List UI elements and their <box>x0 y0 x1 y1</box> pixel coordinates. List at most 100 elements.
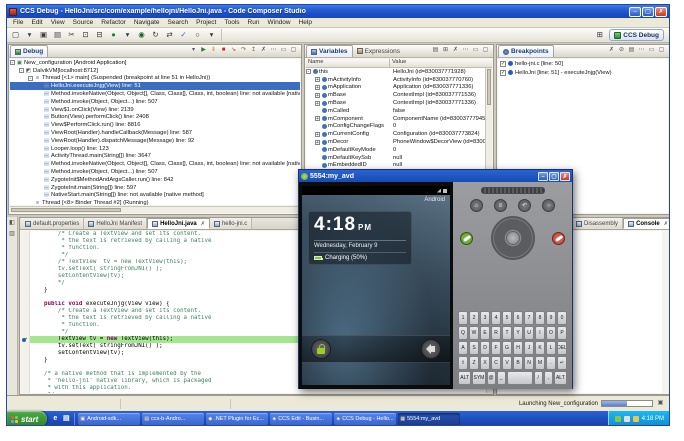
group-by-icon[interactable]: ▤ <box>627 46 636 55</box>
emulator-key[interactable]: @ <box>486 371 496 385</box>
debug-tree-row[interactable]: ▤ View$PerformClick.run() line: 8816 <box>10 121 300 129</box>
editor-tab[interactable]: hello-jni.c <box>209 218 253 229</box>
menu-item[interactable]: Source <box>69 19 98 26</box>
emulator-key[interactable]: D <box>480 341 490 355</box>
emulator-key[interactable]: Q <box>458 326 468 340</box>
emulator-key[interactable]: / <box>533 371 543 385</box>
editor-gutter[interactable] <box>21 287 30 294</box>
maximize-view-icon[interactable]: ▢ <box>657 46 666 55</box>
variable-row[interactable]: + mDecor PhoneWindow$DecorView (id=83003… <box>306 138 485 146</box>
tray-icon-1[interactable] <box>614 416 621 422</box>
debug-tree-row[interactable]: ▤ Looper.loop() line: 123 <box>10 145 300 153</box>
show-type-names-icon[interactable]: ▤ <box>431 46 440 55</box>
save-all-icon[interactable]: ▤ <box>51 29 64 41</box>
expand-all-icon[interactable]: ⊞ <box>441 46 450 55</box>
variable-row[interactable]: + mComponent ComponentName (id=830037779… <box>306 115 485 123</box>
emulator-key[interactable]: 1 <box>458 311 468 325</box>
emulator-close-button[interactable]: ✗ <box>560 171 570 181</box>
view-menu-icon[interactable]: ⋯ <box>461 46 470 55</box>
emulator-key[interactable]: 2 <box>469 311 479 325</box>
variable-expander-icon[interactable]: + <box>315 92 320 98</box>
variable-row[interactable]: + mBase ContextImpl (id=830037771536) <box>306 91 485 99</box>
variable-row[interactable]: + mActivityInfo ActivityInfo (id=8300377… <box>306 76 485 84</box>
skip-all-breakpoints-icon[interactable]: ⊘ <box>617 46 626 55</box>
new-icon[interactable]: ▢ <box>9 29 22 41</box>
debug-tree-row[interactable]: - ▣ New_configuration [Android Applicati… <box>10 59 300 67</box>
emulator-key[interactable] <box>506 371 533 385</box>
remove-breakpoint-icon[interactable]: ✗ <box>607 46 616 55</box>
emulator-key[interactable]: ⇧ <box>458 356 468 370</box>
menu-item[interactable]: Help <box>295 19 316 26</box>
maximize-button[interactable]: ▢ <box>642 6 654 17</box>
breakpoint-item[interactable]: ✓ HelloJni [line: 51] - executeJnjg(View… <box>498 68 668 77</box>
taskbar-item[interactable]: ▣ Android-sdk... <box>78 413 141 425</box>
emulator-key[interactable]: P <box>557 326 567 340</box>
debug-tree-row[interactable]: ▤ Method.invoke(Object, Object...) line:… <box>10 98 300 106</box>
view-menu-icon[interactable]: ▾ <box>189 46 198 55</box>
emulator-key[interactable]: K <box>535 341 545 355</box>
run-icon[interactable]: ◉ <box>135 29 148 41</box>
editor-gutter[interactable] <box>21 350 30 357</box>
variable-row[interactable]: mCalled false <box>306 107 485 115</box>
emulator-key[interactable]: ALT <box>553 371 567 385</box>
debug-dropdown-icon[interactable]: ▾ <box>121 29 134 41</box>
debug-tree-row[interactable]: ▤ NativeStart.main(String[]) line: not a… <box>10 192 300 200</box>
menu-item[interactable]: Window <box>263 19 294 26</box>
tab-breakpoints[interactable]: Breakpoints <box>498 45 554 57</box>
copy-icon[interactable]: ⊡ <box>79 29 92 41</box>
dpad[interactable] <box>490 216 535 260</box>
step-return-icon[interactable]: ↥ <box>249 46 258 55</box>
debug-tree-row[interactable]: ▤ Method.invokeNative(Object, Object[], … <box>10 160 300 168</box>
debug-tree-row[interactable]: ▤ Method.invoke(Object, Object...) line:… <box>10 168 300 176</box>
editor-gutter[interactable] <box>21 308 30 315</box>
tray-icon-3[interactable] <box>632 416 639 422</box>
variable-expander-icon[interactable]: + <box>315 84 320 90</box>
toolbar-overflow-icon[interactable]: ▾ <box>205 29 218 41</box>
editor-gutter[interactable] <box>21 385 30 392</box>
cut-icon[interactable]: ✂ <box>65 29 78 41</box>
close-button[interactable]: ✗ <box>655 6 667 17</box>
editor-gutter[interactable] <box>21 259 30 266</box>
editor-gutter[interactable] <box>21 364 30 371</box>
emulator-key[interactable]: V <box>502 356 512 370</box>
menu-item[interactable]: File <box>9 19 27 26</box>
emulator-title-bar[interactable]: 5554:my_avd – ▢ ✗ <box>299 170 572 182</box>
variable-row[interactable]: + mCurrentConfig Configuration (id=83003… <box>306 130 485 138</box>
emulator-minimize-button[interactable]: – <box>538 171 548 181</box>
debug-hscroll-thumb[interactable] <box>11 208 121 212</box>
tree-expander-icon[interactable]: - <box>19 68 24 74</box>
menu-item[interactable]: View <box>47 19 69 26</box>
terminate-icon[interactable]: ■ <box>219 46 228 55</box>
debug-tree-row[interactable]: ▤ View$1.onClick(View) line: 2139 <box>10 106 300 114</box>
step-over-icon[interactable]: ↷ <box>239 46 248 55</box>
variable-row[interactable]: mDefaultKeyMode 0 <box>306 146 485 154</box>
taskbar-item[interactable]: ▤ ccs-b-Andro... <box>142 413 205 425</box>
ie-quicklaunch-icon[interactable]: e <box>50 414 60 424</box>
editor-gutter[interactable]: → <box>21 336 30 343</box>
editor-gutter[interactable] <box>21 315 30 322</box>
editor-gutter[interactable] <box>21 245 30 252</box>
right-dock-tab[interactable]: Console ✗ <box>623 218 669 229</box>
emulator-key[interactable]: H <box>513 341 523 355</box>
editor-gutter[interactable] <box>21 378 30 385</box>
dpad-center-button[interactable] <box>505 231 520 245</box>
emulator-key[interactable]: G <box>502 341 512 355</box>
variables-scroll-thumb[interactable] <box>487 69 491 105</box>
emulator-key[interactable]: B <box>513 356 523 370</box>
debug-tree-row[interactable]: - ≡ Thread [<1> main] (Suspended (breakp… <box>10 75 300 83</box>
variable-expander-icon[interactable]: + <box>315 77 320 83</box>
editor-tab[interactable]: default.properties <box>21 218 85 229</box>
editor-gutter[interactable] <box>21 266 30 273</box>
outline-view-icon[interactable]: ▥ <box>8 230 17 239</box>
debug-tree-row[interactable]: ▤ Button(View).performClick() line: 2408 <box>10 114 300 122</box>
emulator-key[interactable]: L <box>546 341 556 355</box>
debug-hscrollbar[interactable] <box>10 206 300 213</box>
menu-item[interactable]: Project <box>192 19 220 26</box>
call-button[interactable] <box>460 231 473 245</box>
maximize-view-icon[interactable]: ▢ <box>289 46 298 55</box>
show-desktop-icon[interactable]: ▤ <box>61 414 71 424</box>
end-call-button[interactable] <box>552 231 565 245</box>
search-button[interactable]: ○ <box>542 199 556 212</box>
emulator-key[interactable]: _ <box>496 371 506 385</box>
editor-gutter[interactable] <box>21 301 30 308</box>
